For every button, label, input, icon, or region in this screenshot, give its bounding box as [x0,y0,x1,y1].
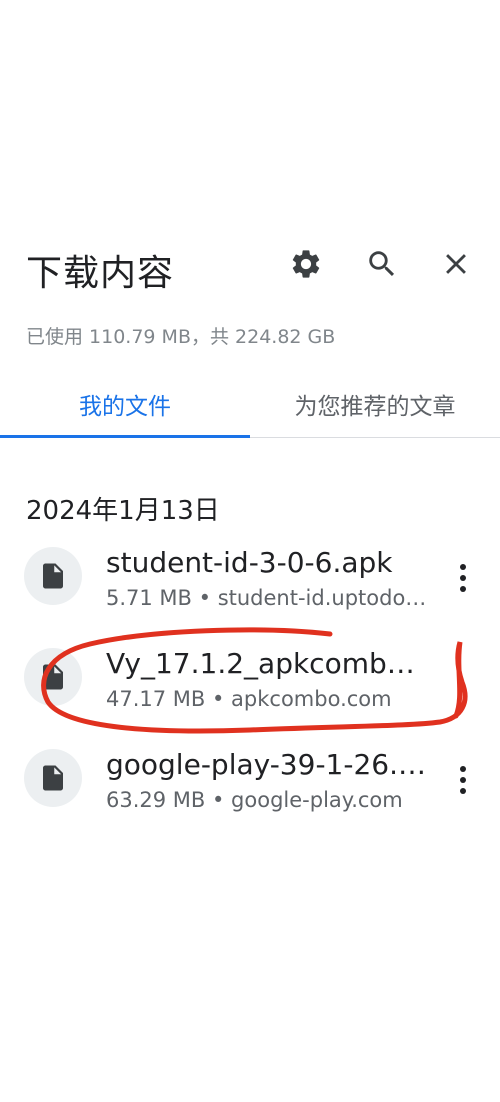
more-options-icon[interactable] [444,556,482,600]
close-icon[interactable] [434,242,478,286]
tab-recommended-articles[interactable]: 为您推荐的文章 [250,370,500,438]
active-tab-indicator [0,435,250,438]
file-icon [24,749,82,807]
date-group-header: 2024年1月13日 [26,496,220,526]
storage-usage-text: 已使用 110.79 MB，共 224.82 GB [26,326,336,348]
file-name: google-play-39-1-26.apk [106,748,428,781]
search-icon[interactable] [360,242,404,286]
file-icon [24,648,82,706]
file-name: student-id-3-0-6.apk [106,546,393,579]
list-item[interactable]: student-id-3-0-6.apk 5.71 MB • student-i… [0,530,500,631]
page-title: 下载内容 [26,253,175,294]
file-name: Vy_17.1.2_apkcombo.com.apk [106,647,428,680]
file-meta: 5.71 MB • student-id.uptodown.com [106,586,428,610]
downloads-list: student-id-3-0-6.apk 5.71 MB • student-i… [0,530,500,833]
file-meta: 63.29 MB • google-play.com [106,788,403,812]
gear-icon[interactable] [284,242,328,286]
more-options-icon[interactable] [444,758,482,802]
tab-my-files[interactable]: 我的文件 [0,370,250,438]
tab-bar: 我的文件 为您推荐的文章 [0,370,500,438]
list-item[interactable]: google-play-39-1-26.apk 63.29 MB • googl… [0,732,500,833]
file-meta: 47.17 MB • apkcombo.com [106,687,392,711]
list-item[interactable]: Vy_17.1.2_apkcombo.com.apk 47.17 MB • ap… [0,631,500,732]
top-app-bar: 下载内容 [0,228,500,300]
file-icon [24,547,82,605]
